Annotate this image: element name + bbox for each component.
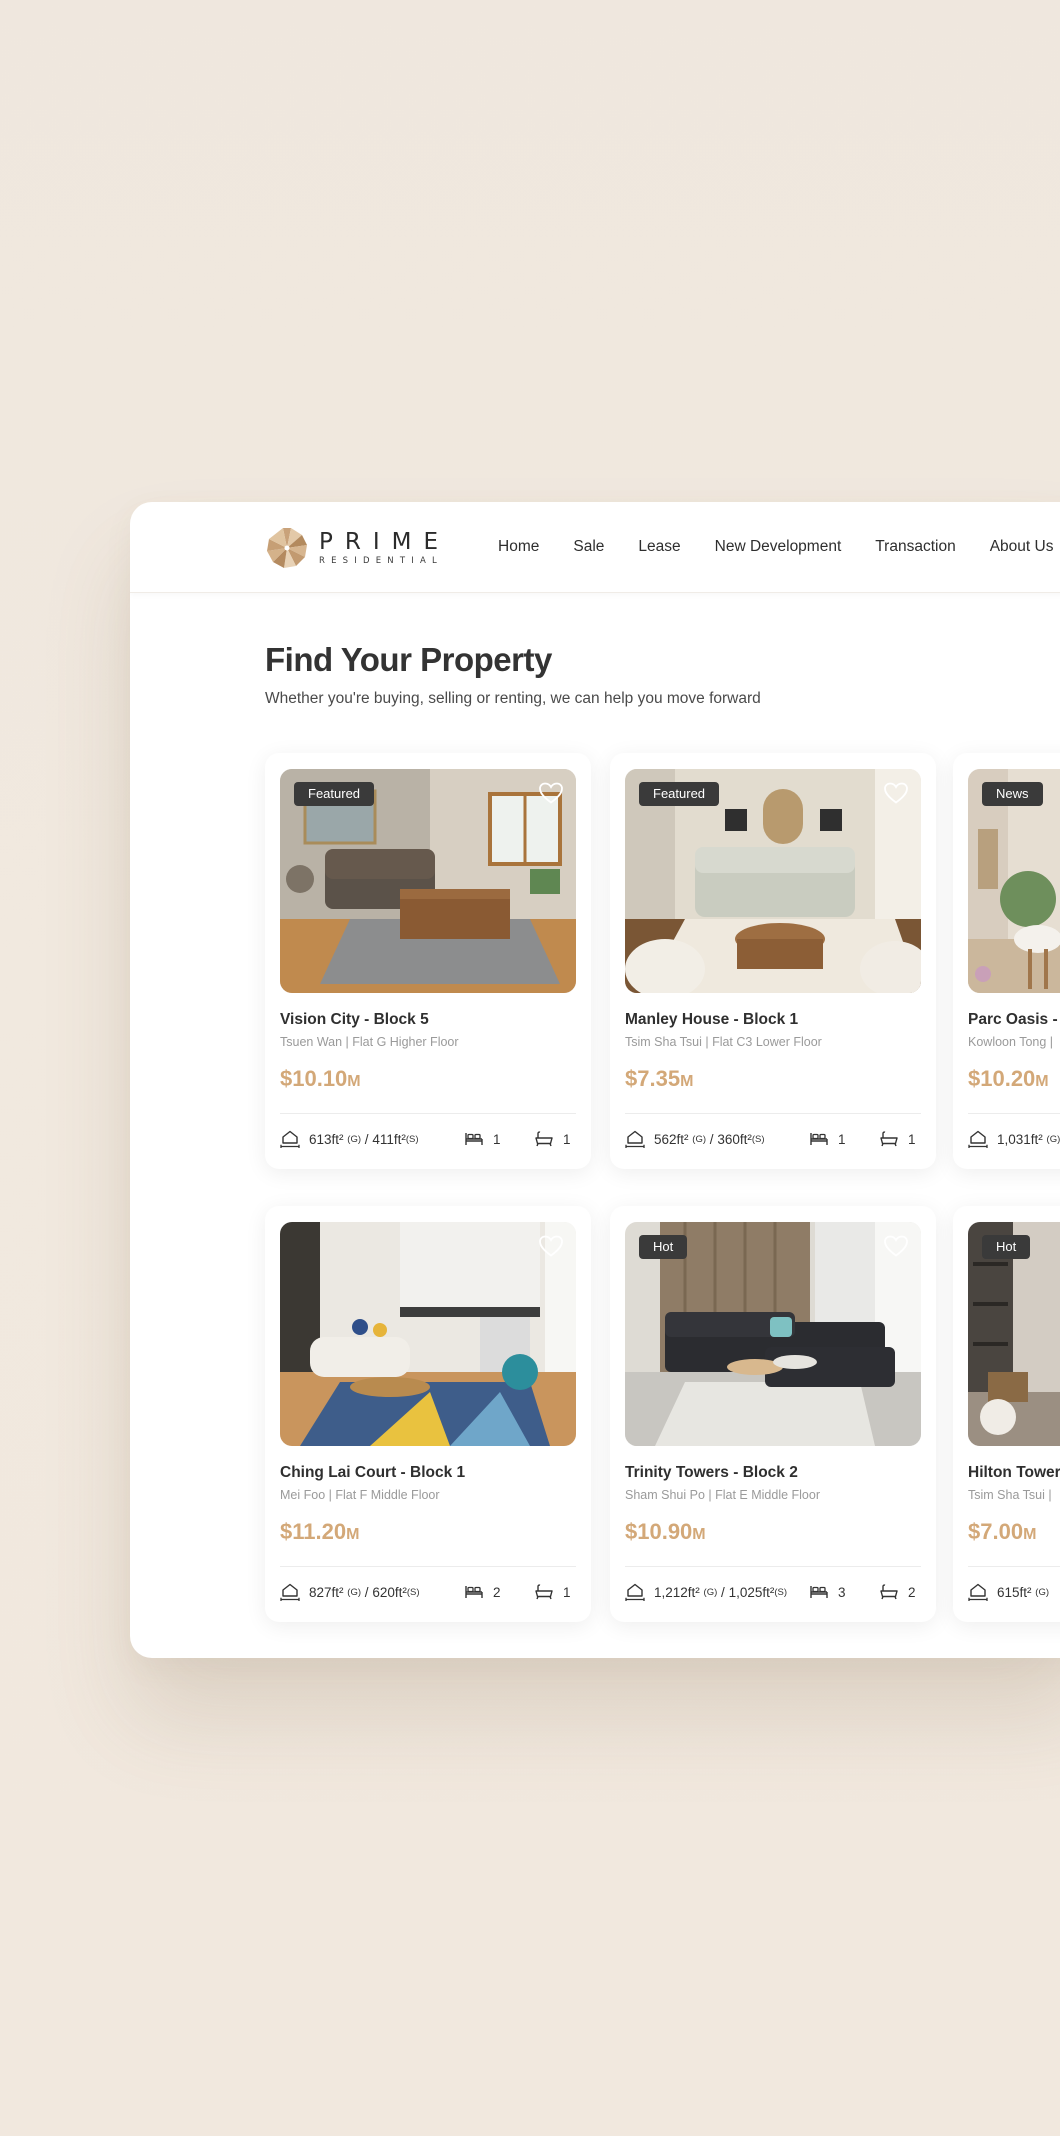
property-baths: 2 xyxy=(879,1582,916,1602)
property-photo[interactable] xyxy=(280,1222,576,1446)
navbar: PRIME RESIDENTIAL Home Sale Lease New De… xyxy=(130,502,1060,593)
property-baths: 1 xyxy=(534,1129,571,1149)
nav-about-us[interactable]: About Us xyxy=(990,538,1054,556)
property-photo[interactable]: Featured xyxy=(625,769,921,993)
heart-icon[interactable] xyxy=(538,1234,564,1258)
heart-icon[interactable] xyxy=(883,1234,909,1258)
property-baths: 1 xyxy=(879,1129,916,1149)
property-area: 613ft² (G) / 411ft² (S) xyxy=(280,1129,419,1149)
property-photo[interactable]: News xyxy=(968,769,1060,993)
property-card[interactable]: News Parc Oasis - I Kowloon Tong | $10.2… xyxy=(953,753,1060,1169)
area-icon xyxy=(625,1582,645,1602)
property-card[interactable]: Hot Trinity Towers - Block 2 Sham Shui P… xyxy=(610,1206,936,1622)
badge-hot: Hot xyxy=(639,1235,688,1259)
badge-featured: Featured xyxy=(294,782,375,806)
divider xyxy=(968,1566,1060,1567)
bath-icon xyxy=(534,1129,554,1149)
property-photo[interactable]: Hot xyxy=(625,1222,921,1446)
property-price: $10.10M xyxy=(280,1066,361,1091)
property-title[interactable]: Manley House - Block 1 xyxy=(625,1011,798,1029)
property-meta: 562ft² (G) / 360ft² (S) 1 1 xyxy=(625,1129,921,1151)
property-area: 562ft² (G) / 360ft² (S) xyxy=(625,1129,765,1149)
area-icon xyxy=(968,1582,988,1602)
bed-icon xyxy=(464,1129,484,1149)
property-card[interactable]: Featured Manley House - Block 1 Tsim Sha… xyxy=(610,753,936,1169)
property-location: Sham Shui Po | Flat E Middle Floor xyxy=(625,1488,820,1502)
property-price: $7.35M xyxy=(625,1066,694,1091)
property-photo[interactable]: Hot xyxy=(968,1222,1060,1446)
logo-mark-icon xyxy=(267,528,307,568)
property-location: Tsuen Wan | Flat G Higher Floor xyxy=(280,1035,459,1049)
nav-sale[interactable]: Sale xyxy=(573,538,604,556)
browser-window: PRIME RESIDENTIAL Home Sale Lease New De… xyxy=(130,502,1060,1658)
badge-featured: Featured xyxy=(639,782,720,806)
property-area: 827ft² (G) / 620ft² (S) xyxy=(280,1582,420,1602)
divider xyxy=(625,1113,921,1114)
property-title[interactable]: Vision City - Block 5 xyxy=(280,1011,429,1029)
property-price: $10.90M xyxy=(625,1519,706,1544)
logo[interactable]: PRIME RESIDENTIAL xyxy=(265,526,450,570)
property-location: Tsim Sha Tsui | xyxy=(968,1488,1052,1502)
bed-icon xyxy=(809,1582,829,1602)
brand-name: PRIME xyxy=(319,529,451,555)
page-subtitle: Whether you're buying, selling or rentin… xyxy=(265,690,761,707)
property-title[interactable]: Parc Oasis - I xyxy=(968,1011,1060,1029)
nav-lease[interactable]: Lease xyxy=(638,538,680,556)
property-area: 1,031ft² (G) / xyxy=(968,1129,1060,1149)
property-card[interactable]: Featured Vision City - Block 5 Tsuen Wan… xyxy=(265,753,591,1169)
property-beds: 3 xyxy=(809,1582,846,1602)
property-card[interactable]: Hot Hilton Towers Tsim Sha Tsui | $7.00M… xyxy=(953,1206,1060,1622)
living-room-image xyxy=(280,1222,576,1446)
main-nav: Home Sale Lease New Development Transact… xyxy=(498,538,1060,556)
heart-icon[interactable] xyxy=(883,781,909,805)
property-meta: 615ft² (G) xyxy=(968,1582,1060,1604)
property-title[interactable]: Trinity Towers - Block 2 xyxy=(625,1464,798,1482)
heart-icon[interactable] xyxy=(538,781,564,805)
property-title[interactable]: Hilton Towers xyxy=(968,1464,1060,1482)
property-price: $11.20M xyxy=(280,1519,360,1544)
bath-icon xyxy=(534,1582,554,1602)
property-beds: 2 xyxy=(464,1582,501,1602)
page-title: Find Your Property xyxy=(265,641,552,678)
divider xyxy=(625,1566,921,1567)
area-icon xyxy=(280,1582,300,1602)
property-baths: 1 xyxy=(534,1582,571,1602)
property-meta: 1,031ft² (G) / xyxy=(968,1129,1060,1151)
property-beds: 1 xyxy=(464,1129,501,1149)
bed-icon xyxy=(464,1582,484,1602)
nav-transaction[interactable]: Transaction xyxy=(875,538,955,556)
property-location: Tsim Sha Tsui | Flat C3 Lower Floor xyxy=(625,1035,822,1049)
badge-hot: Hot xyxy=(982,1235,1031,1259)
area-icon xyxy=(280,1129,300,1149)
property-price: $7.00M xyxy=(968,1519,1037,1544)
divider xyxy=(968,1113,1060,1114)
property-location: Mei Foo | Flat F Middle Floor xyxy=(280,1488,440,1502)
nav-home[interactable]: Home xyxy=(498,538,539,556)
property-meta: 827ft² (G) / 620ft² (S) 2 1 xyxy=(280,1582,576,1604)
property-area: 1,212ft² (G) / 1,025ft² (S) xyxy=(625,1582,787,1602)
divider xyxy=(280,1566,576,1567)
divider xyxy=(280,1113,576,1114)
badge-news: News xyxy=(982,782,1043,806)
bath-icon xyxy=(879,1129,899,1149)
property-area: 615ft² (G) xyxy=(968,1582,1049,1602)
property-card[interactable]: Ching Lai Court - Block 1 Mei Foo | Flat… xyxy=(265,1206,591,1622)
nav-new-development[interactable]: New Development xyxy=(715,538,842,556)
property-meta: 613ft² (G) / 411ft² (S) 1 1 xyxy=(280,1129,576,1151)
property-title[interactable]: Ching Lai Court - Block 1 xyxy=(280,1464,465,1482)
property-meta: 1,212ft² (G) / 1,025ft² (S) 3 2 xyxy=(625,1582,921,1604)
bed-icon xyxy=(809,1129,829,1149)
area-icon xyxy=(968,1129,988,1149)
property-photo[interactable]: Featured xyxy=(280,769,576,993)
property-beds: 1 xyxy=(809,1129,846,1149)
bath-icon xyxy=(879,1582,899,1602)
brand-tagline: RESIDENTIAL xyxy=(319,556,443,566)
area-icon xyxy=(625,1129,645,1149)
property-price: $10.20M xyxy=(968,1066,1049,1091)
property-location: Kowloon Tong | xyxy=(968,1035,1054,1049)
